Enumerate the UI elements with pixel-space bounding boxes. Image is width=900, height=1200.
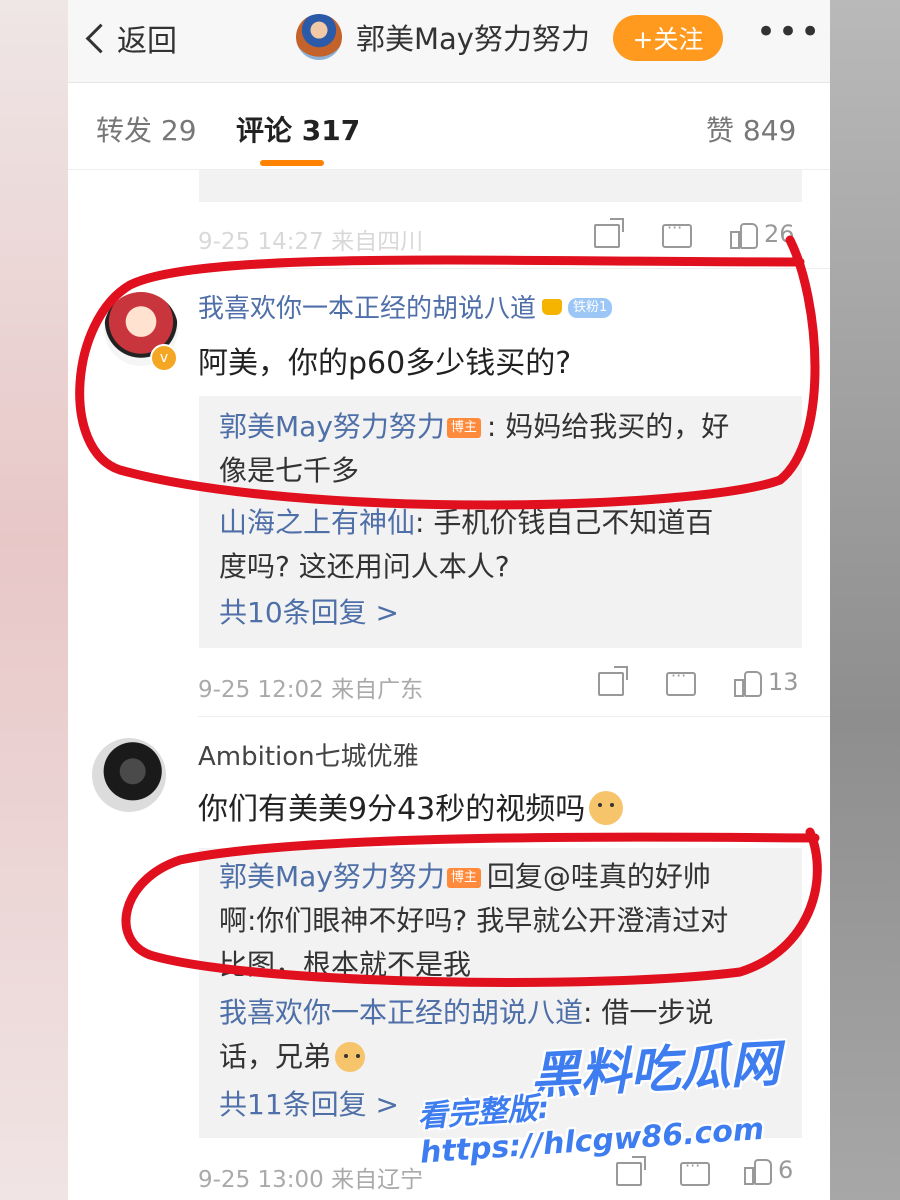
author-avatar[interactable] <box>296 14 342 60</box>
thumbs-up-icon <box>734 669 762 697</box>
share-icon <box>598 672 624 696</box>
background-right <box>830 0 900 1200</box>
thumbs-up-icon <box>744 1157 772 1185</box>
crown-icon <box>542 299 563 315</box>
back-arrow-icon <box>85 23 116 53</box>
reply-item[interactable]: 郭美May努力努力 博主: 妈妈给我买的，好 <box>219 404 729 450</box>
reply-text-continued: 度吗? 这还用问人本人? <box>219 550 510 583</box>
commenter-name[interactable]: 我喜欢你一本正经的胡说八道 铁粉1 <box>198 288 613 325</box>
top-bar: 返回 郭美May努力努力 +关注 ••• <box>68 0 830 83</box>
share-icon <box>594 224 620 248</box>
page-title: 郭美May努力努力 <box>356 22 590 56</box>
tab-likes[interactable]: 赞 849 <box>706 109 796 149</box>
more-replies-link[interactable]: 共10条回复 > <box>219 590 399 636</box>
reply-text-continued: 啊:你们眼神不好吗? 我早就公开澄清过对 <box>219 904 729 937</box>
host-tag: 博主 <box>446 418 481 438</box>
like-button[interactable]: 26 <box>730 220 795 249</box>
share-button[interactable] <box>598 672 624 696</box>
fan-badge: 铁粉1 <box>568 298 613 318</box>
reply-box-fragment <box>199 170 802 202</box>
reply-text-continued: 话，兄弟 <box>219 1034 366 1080</box>
reply-item[interactable]: 郭美May努力努力 博主 回复@哇真的好帅 <box>219 854 711 900</box>
comment-button[interactable] <box>662 218 692 248</box>
commenter-name[interactable]: Ambition七城优雅 <box>198 736 419 773</box>
comment-text: 你们有美美9分43秒的视频吗 <box>198 784 624 828</box>
tab-bar: 转发 29 评论 317 赞 849 <box>68 83 830 170</box>
comment-button[interactable] <box>680 1156 710 1186</box>
share-button[interactable] <box>616 1162 642 1186</box>
share-button[interactable] <box>594 224 620 248</box>
divider <box>198 268 830 269</box>
phone-screen: 返回 郭美May努力努力 +关注 ••• 转发 29 评论 317 赞 849 … <box>68 0 830 1200</box>
comment-icon <box>666 666 696 696</box>
comment-text: 阿美，你的p60多少钱买的? <box>198 346 572 381</box>
verified-badge-icon: v <box>150 344 178 372</box>
comment-meta: 9-25 13:00 来自辽宁 <box>198 1167 424 1193</box>
comment-icon <box>662 218 692 248</box>
comment-meta: 9-25 14:27 来自四川 <box>198 229 424 255</box>
back-label: 返回 <box>117 24 177 59</box>
reply-item[interactable]: 山海之上有神仙: 手机价钱自己不知道百 <box>219 500 713 546</box>
like-button[interactable]: 13 <box>734 668 799 697</box>
like-count: 6 <box>778 1156 794 1184</box>
follow-button[interactable]: +关注 <box>613 15 723 61</box>
like-count: 13 <box>768 668 799 696</box>
comment-button[interactable] <box>666 666 696 696</box>
more-replies-link[interactable]: 共11条回复 > <box>219 1082 399 1128</box>
reply-text-continued: 像是七千多 <box>219 454 360 487</box>
host-tag: 博主 <box>446 868 481 888</box>
commenter-avatar[interactable] <box>92 738 166 812</box>
tab-reposts[interactable]: 转发 29 <box>96 109 197 149</box>
pleading-emoji-icon <box>335 1042 366 1072</box>
thumbs-up-icon <box>730 221 758 249</box>
back-button[interactable]: 返回 <box>85 16 177 60</box>
reply-text-continued: 比图，根本就不是我 <box>219 948 472 981</box>
replies-box: 郭美May努力努力 博主: 妈妈给我买的，好 像是七千多 山海之上有神仙: 手机价… <box>199 396 802 648</box>
comment-meta: 9-25 12:02 来自广东 <box>198 677 424 703</box>
title-area[interactable]: 郭美May努力努力 <box>296 14 590 60</box>
divider <box>198 716 830 717</box>
like-count: 26 <box>764 220 795 248</box>
share-icon <box>616 1162 642 1186</box>
tab-comments[interactable]: 评论 317 <box>236 109 360 149</box>
comment-icon <box>680 1156 710 1186</box>
more-options-icon[interactable]: ••• <box>756 12 822 52</box>
active-tab-indicator <box>260 160 324 166</box>
like-button[interactable]: 6 <box>744 1156 794 1185</box>
doge-emoji-icon <box>589 791 624 825</box>
background-left <box>0 0 68 1200</box>
reply-item[interactable]: 我喜欢你一本正经的胡说八道: 借一步说 <box>219 990 713 1036</box>
